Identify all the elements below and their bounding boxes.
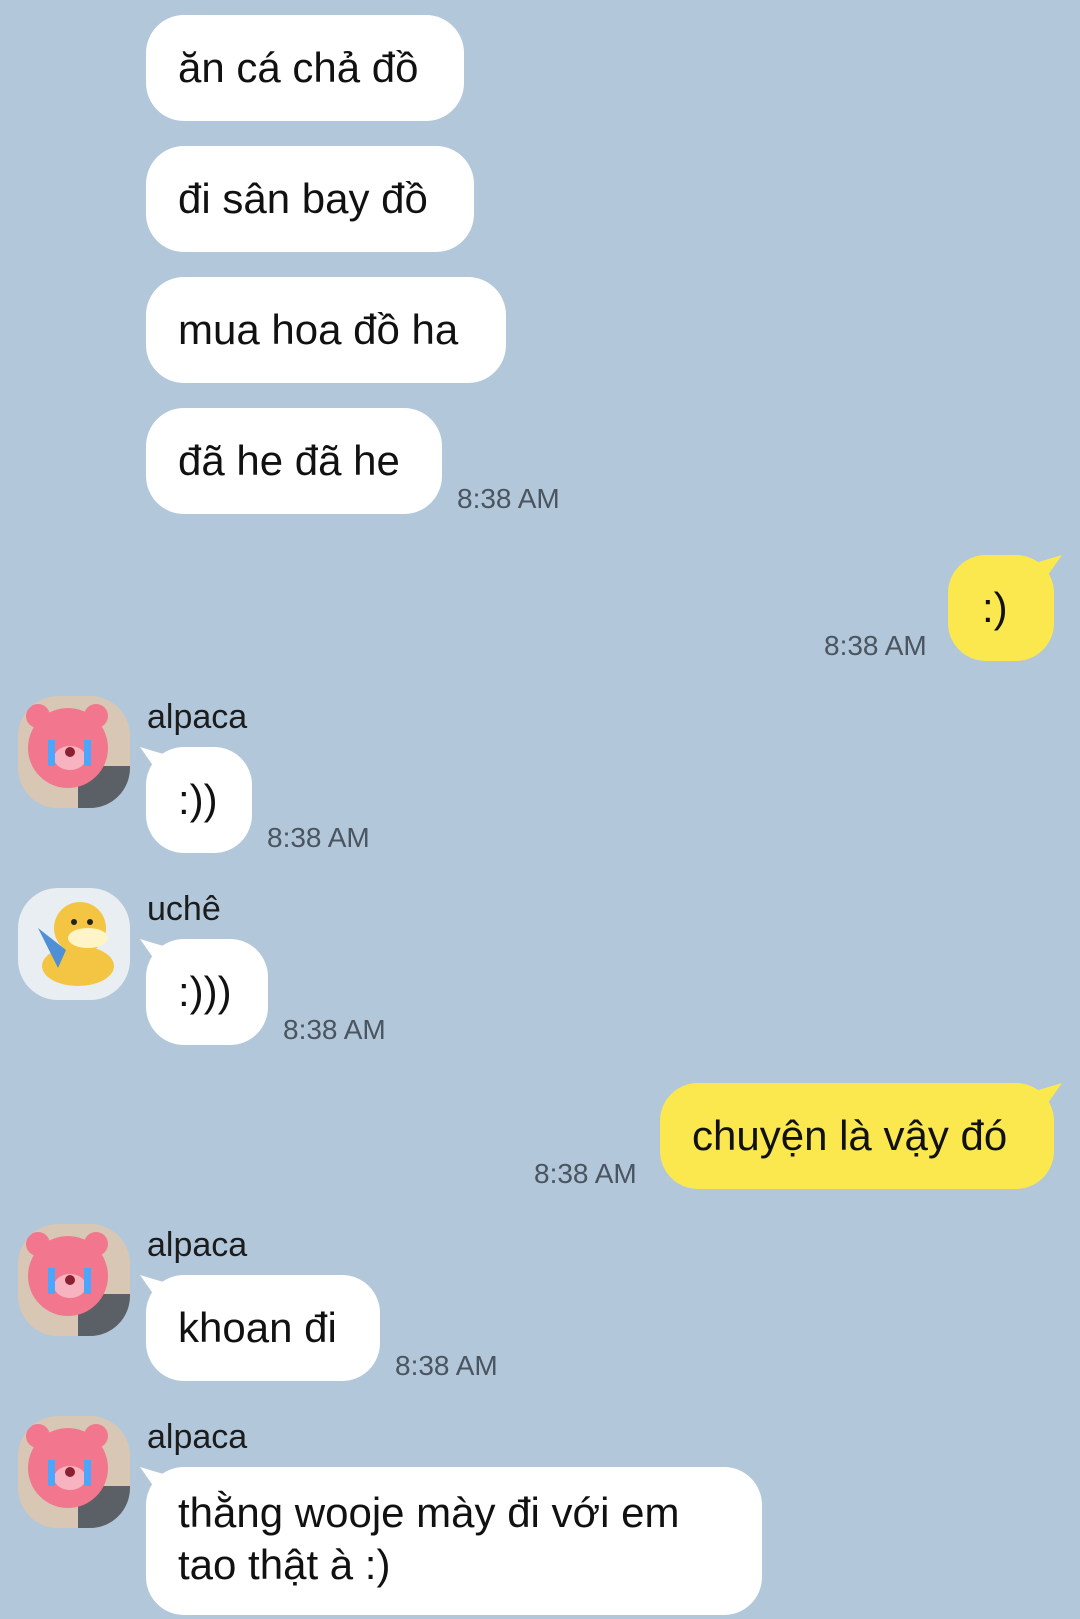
- my-message-bubble[interactable]: :): [948, 555, 1054, 661]
- message-bubble[interactable]: ăn cá chả đồ: [146, 15, 464, 121]
- message-bubble[interactable]: đi sân bay đồ: [146, 146, 474, 252]
- message-bubble[interactable]: đã he đã he: [146, 408, 442, 514]
- pink-bear-crying-icon: [18, 696, 130, 808]
- sender-name: alpaca: [147, 698, 248, 736]
- message-text: :))): [178, 968, 232, 1015]
- message-timestamp: 8:38 AM: [457, 483, 560, 514]
- message-bubble[interactable]: khoan đi: [146, 1275, 380, 1381]
- message-bubble[interactable]: thằng wooje mày đi với em tao thật à :): [146, 1467, 762, 1615]
- message-bubble[interactable]: :))): [146, 939, 268, 1045]
- message-text: chuyện là vậy đó: [692, 1112, 1008, 1159]
- message-bubble[interactable]: :)): [146, 747, 252, 853]
- message-text: đã he đã he: [178, 437, 400, 484]
- my-message-bubble[interactable]: chuyện là vậy đó: [660, 1083, 1054, 1189]
- yellow-duck-icon: [18, 888, 130, 1000]
- alpaca-avatar[interactable]: [18, 1416, 130, 1528]
- message-text: ăn cá chả đồ: [178, 44, 419, 91]
- pink-bear-crying-icon: [18, 1224, 130, 1336]
- uche-avatar[interactable]: [18, 888, 130, 1000]
- message-text: thằng wooje mày đi với em tao thật à :): [178, 1489, 680, 1588]
- alpaca-avatar[interactable]: [18, 1224, 130, 1336]
- message-text: đi sân bay đồ: [178, 175, 428, 222]
- alpaca-avatar[interactable]: [18, 696, 130, 808]
- message-text: :): [982, 584, 1008, 631]
- message-timestamp: 8:38 AM: [283, 1014, 386, 1045]
- message-timestamp: 8:38 AM: [267, 822, 370, 853]
- message-text: mua hoa đồ ha: [178, 306, 459, 353]
- message-timestamp: 8:38 AM: [395, 1350, 498, 1381]
- message-text: :)): [178, 776, 218, 823]
- pink-bear-crying-icon: [18, 1416, 130, 1528]
- sender-name: uchê: [147, 890, 221, 928]
- sender-name: alpaca: [147, 1226, 248, 1264]
- message-timestamp: 8:38 AM: [534, 1158, 637, 1189]
- message-bubble[interactable]: mua hoa đồ ha: [146, 277, 506, 383]
- message-text: khoan đi: [178, 1304, 337, 1351]
- message-timestamp: 8:38 AM: [824, 630, 927, 661]
- sender-name: alpaca: [147, 1418, 248, 1456]
